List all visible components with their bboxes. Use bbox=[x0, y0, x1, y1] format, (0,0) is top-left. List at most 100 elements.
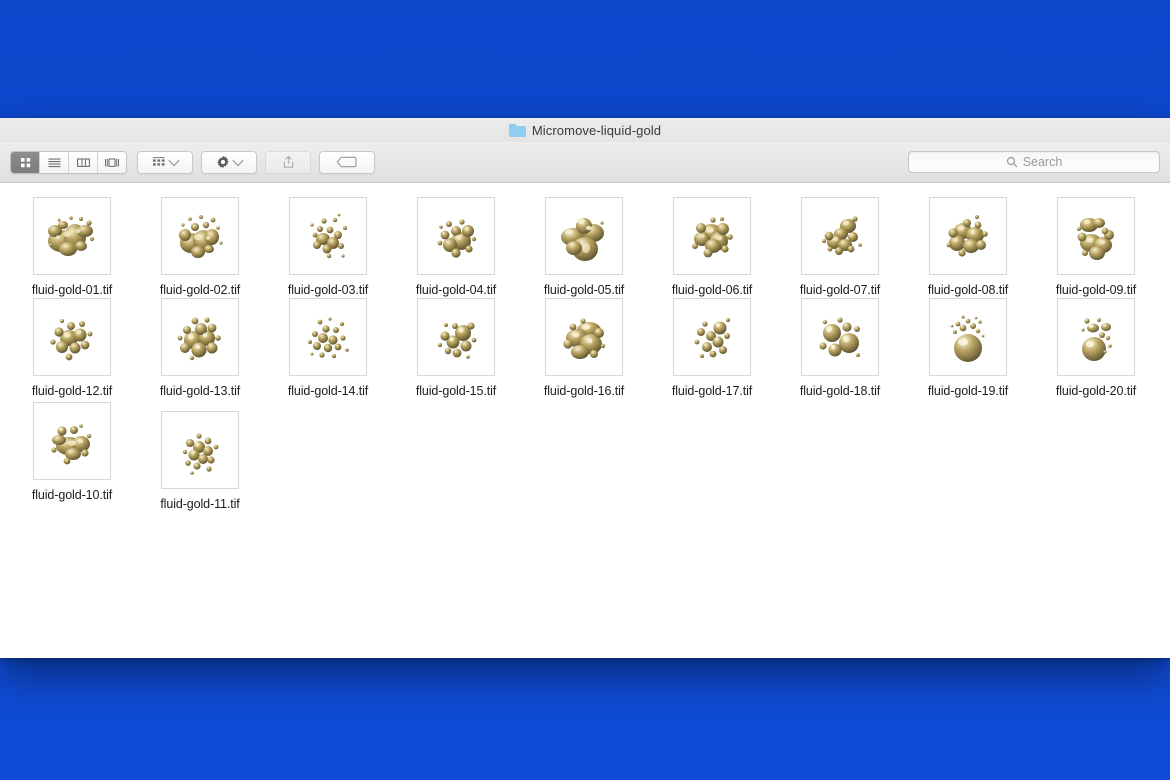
file-item[interactable]: fluid-gold-17.tif bbox=[648, 298, 776, 398]
gold-art-dense-knot bbox=[692, 217, 733, 258]
file-label: fluid-gold-15.tif bbox=[415, 384, 497, 398]
file-item[interactable]: fluid-gold-20.tif bbox=[1032, 298, 1160, 398]
file-thumbnail bbox=[929, 197, 1007, 275]
file-item[interactable]: fluid-gold-13.tif bbox=[136, 298, 264, 398]
file-label: fluid-gold-03.tif bbox=[287, 283, 369, 297]
gold-art-sphere-burst bbox=[950, 315, 985, 362]
file-label: fluid-gold-01.tif bbox=[31, 283, 113, 297]
file-grid: fluid-gold-01.tif fluid-gold-02.tif flui… bbox=[0, 183, 1170, 657]
file-row: fluid-gold-12.tif fluid-gold-13.tif flui… bbox=[0, 298, 1170, 398]
gold-art-diagonal-chain bbox=[822, 216, 862, 255]
file-label: fluid-gold-10.tif bbox=[31, 488, 113, 502]
column-view-button[interactable] bbox=[69, 151, 98, 173]
gold-art-twin-mass bbox=[1077, 218, 1114, 260]
file-item[interactable]: fluid-gold-08.tif bbox=[904, 197, 1032, 297]
gold-art-arched-cluster bbox=[946, 215, 988, 257]
file-thumbnail bbox=[161, 411, 239, 489]
file-thumbnail bbox=[929, 298, 1007, 376]
gold-art-vertical-scatter bbox=[182, 433, 219, 475]
file-label: fluid-gold-11.tif bbox=[160, 497, 240, 511]
search-field[interactable]: Search bbox=[908, 151, 1160, 173]
file-thumbnail bbox=[417, 197, 495, 275]
search-icon bbox=[1006, 156, 1017, 168]
share-button[interactable] bbox=[265, 150, 311, 174]
gold-art-sphere-splash bbox=[1081, 318, 1112, 361]
file-item[interactable]: fluid-gold-16.tif bbox=[520, 298, 648, 398]
file-thumbnail bbox=[1057, 197, 1135, 275]
file-label: fluid-gold-18.tif bbox=[799, 384, 881, 398]
gold-art-flat-blob-cluster bbox=[51, 424, 92, 465]
file-label: fluid-gold-13.tif bbox=[159, 384, 241, 398]
desktop-background: Micromove-liquid-gold Search fluid-gold-… bbox=[0, 0, 1170, 780]
file-label: fluid-gold-17.tif bbox=[671, 384, 753, 398]
icon-view-button[interactable] bbox=[11, 151, 40, 173]
file-label: fluid-gold-12.tif bbox=[31, 384, 113, 398]
gold-art-sparse-orbs bbox=[437, 322, 477, 359]
file-item[interactable]: fluid-gold-11.tif bbox=[136, 402, 264, 511]
file-label: fluid-gold-07.tif bbox=[799, 283, 881, 297]
file-label: fluid-gold-16.tif bbox=[543, 384, 625, 398]
folder-icon bbox=[508, 123, 526, 137]
file-item[interactable]: fluid-gold-02.tif bbox=[136, 197, 264, 297]
file-item[interactable]: fluid-gold-01.tif bbox=[8, 197, 136, 297]
gold-art-splatter-wide bbox=[48, 216, 94, 256]
tag-button[interactable] bbox=[319, 150, 375, 174]
file-item[interactable]: fluid-gold-05.tif bbox=[520, 197, 648, 297]
file-item[interactable]: fluid-gold-18.tif bbox=[776, 298, 904, 398]
grid-icon bbox=[20, 157, 30, 167]
file-item[interactable]: fluid-gold-19.tif bbox=[904, 298, 1032, 398]
share-icon bbox=[283, 155, 293, 168]
file-thumbnail bbox=[801, 298, 879, 376]
file-label: fluid-gold-20.tif bbox=[1055, 384, 1137, 398]
file-label: fluid-gold-06.tif bbox=[671, 283, 753, 297]
columns-icon bbox=[76, 157, 90, 167]
file-label: fluid-gold-02.tif bbox=[159, 283, 241, 297]
file-label: fluid-gold-05.tif bbox=[543, 283, 625, 297]
file-thumbnail bbox=[673, 298, 751, 376]
window-title: Micromove-liquid-gold bbox=[531, 122, 662, 138]
file-thumbnail bbox=[545, 197, 623, 275]
file-label: fluid-gold-19.tif bbox=[927, 384, 1009, 398]
file-label: fluid-gold-14.tif bbox=[287, 384, 369, 398]
file-thumbnail bbox=[545, 298, 623, 376]
gold-art-big-lobes bbox=[561, 218, 604, 261]
file-item[interactable]: fluid-gold-14.tif bbox=[264, 298, 392, 398]
finder-window: Micromove-liquid-gold Search fluid-gold-… bbox=[0, 118, 1170, 658]
gold-art-scatter-small bbox=[310, 213, 347, 259]
gallery-icon bbox=[105, 157, 119, 167]
chevron-down-icon bbox=[232, 154, 244, 167]
gold-art-three-spheres bbox=[819, 317, 860, 357]
gold-art-fine-spray bbox=[308, 317, 349, 359]
group-by-button[interactable] bbox=[137, 150, 193, 174]
file-item[interactable]: fluid-gold-07.tif bbox=[776, 197, 904, 297]
gold-art-bubble-pile bbox=[177, 317, 221, 361]
file-thumbnail bbox=[33, 402, 111, 480]
grid-small-icon bbox=[153, 157, 165, 166]
file-item[interactable]: fluid-gold-12.tif bbox=[8, 298, 136, 398]
gear-icon bbox=[217, 155, 229, 169]
list-view-button[interactable] bbox=[40, 151, 69, 173]
finder-toolbar: Search bbox=[0, 142, 1170, 183]
file-item[interactable]: fluid-gold-10.tif bbox=[8, 402, 136, 511]
gold-art-drip-trail bbox=[694, 318, 730, 358]
list-icon bbox=[48, 158, 60, 167]
file-thumbnail bbox=[161, 197, 239, 275]
file-thumbnail bbox=[673, 197, 751, 275]
file-item[interactable]: fluid-gold-04.tif bbox=[392, 197, 520, 297]
file-item[interactable]: fluid-gold-06.tif bbox=[648, 197, 776, 297]
file-thumbnail bbox=[417, 298, 495, 376]
gold-art-cluster-spray bbox=[179, 215, 223, 258]
file-item[interactable]: fluid-gold-15.tif bbox=[392, 298, 520, 398]
file-item[interactable]: fluid-gold-09.tif bbox=[1032, 197, 1160, 297]
search-placeholder: Search bbox=[1022, 155, 1063, 169]
file-label: fluid-gold-09.tif bbox=[1055, 283, 1137, 297]
gold-art-scatter-round bbox=[50, 319, 93, 361]
file-thumbnail bbox=[289, 298, 367, 376]
action-menu-button[interactable] bbox=[201, 150, 257, 174]
file-item[interactable]: fluid-gold-03.tif bbox=[264, 197, 392, 297]
tag-icon bbox=[336, 156, 357, 168]
gallery-view-button[interactable] bbox=[98, 151, 126, 173]
file-thumbnail bbox=[289, 197, 367, 275]
chevron-down-icon bbox=[168, 154, 180, 167]
gold-art-merged-mass bbox=[563, 318, 606, 359]
